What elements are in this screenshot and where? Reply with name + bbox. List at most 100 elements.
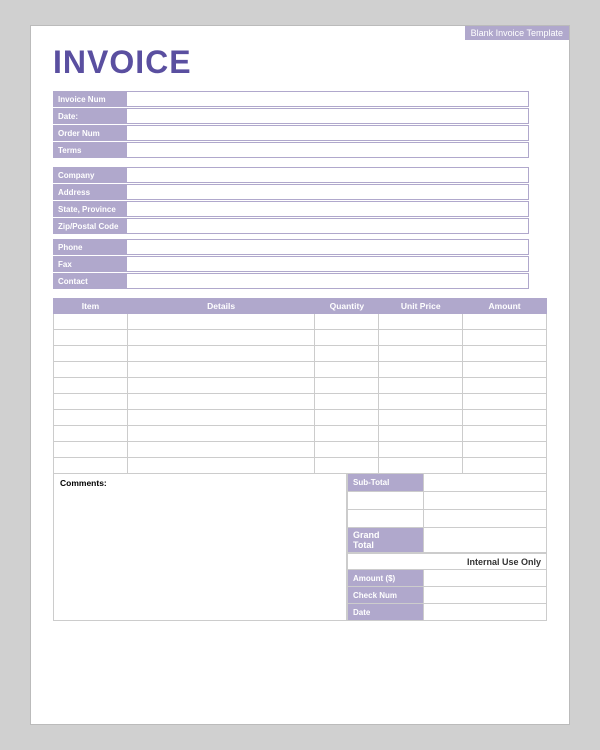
grand-total-value[interactable] — [423, 528, 546, 552]
totals-extra-row-2 — [347, 510, 547, 528]
table-cell-4-4[interactable] — [463, 378, 547, 394]
table-cell-1-2[interactable] — [315, 330, 379, 346]
right-col: Sub-Total Grand Total Internal Use Only — [347, 474, 547, 621]
subtotal-row: Sub-Total — [347, 474, 547, 492]
company-info-columns: Company Address State, Province Zip/Post… — [53, 167, 547, 235]
order-num-row: Order Num — [53, 125, 529, 141]
table-cell-7-0[interactable] — [54, 426, 128, 442]
table-cell-2-4[interactable] — [463, 346, 547, 362]
table-cell-0-3[interactable] — [379, 314, 463, 330]
table-cell-3-0[interactable] — [54, 362, 128, 378]
comments-label: Comments: — [60, 478, 107, 488]
table-cell-4-2[interactable] — [315, 378, 379, 394]
table-cell-2-2[interactable] — [315, 346, 379, 362]
table-cell-7-2[interactable] — [315, 426, 379, 442]
terms-value[interactable] — [126, 143, 528, 157]
terms-row: Terms — [53, 142, 529, 158]
address-value[interactable] — [126, 185, 528, 199]
table-cell-3-3[interactable] — [379, 362, 463, 378]
invoice-num-row: Invoice Num — [53, 91, 529, 107]
table-row — [54, 442, 547, 458]
table-cell-9-1[interactable] — [127, 458, 314, 474]
terms-label: Terms — [54, 143, 126, 157]
table-cell-2-1[interactable] — [127, 346, 314, 362]
table-cell-7-3[interactable] — [379, 426, 463, 442]
table-cell-7-1[interactable] — [127, 426, 314, 442]
payment-date-row: Date — [347, 604, 547, 621]
check-num-row: Check Num — [347, 587, 547, 604]
table-cell-3-2[interactable] — [315, 362, 379, 378]
table-cell-0-1[interactable] — [127, 314, 314, 330]
company-label: Company — [54, 168, 126, 182]
contact-value[interactable] — [126, 274, 528, 288]
totals-extra-label-2 — [348, 510, 423, 527]
invoice-info-col: Invoice Num Date: Order Num Terms — [53, 91, 529, 159]
comments-area[interactable]: Comments: — [53, 474, 347, 621]
table-cell-0-2[interactable] — [315, 314, 379, 330]
table-cell-1-0[interactable] — [54, 330, 128, 346]
fax-value[interactable] — [126, 257, 528, 271]
table-cell-3-1[interactable] — [127, 362, 314, 378]
order-num-label: Order Num — [54, 126, 126, 140]
state-value[interactable] — [126, 202, 528, 216]
table-cell-5-1[interactable] — [127, 394, 314, 410]
table-cell-9-3[interactable] — [379, 458, 463, 474]
check-num-value[interactable] — [423, 587, 546, 603]
amount-value[interactable] — [423, 570, 546, 586]
table-cell-3-4[interactable] — [463, 362, 547, 378]
table-cell-9-0[interactable] — [54, 458, 128, 474]
table-cell-5-2[interactable] — [315, 394, 379, 410]
table-cell-6-2[interactable] — [315, 410, 379, 426]
table-cell-1-3[interactable] — [379, 330, 463, 346]
table-cell-9-4[interactable] — [463, 458, 547, 474]
totals-extra-value-1[interactable] — [423, 492, 546, 509]
table-cell-0-4[interactable] — [463, 314, 547, 330]
table-row — [54, 346, 547, 362]
table-cell-7-4[interactable] — [463, 426, 547, 442]
subtotal-value[interactable] — [423, 474, 546, 491]
payment-date-value[interactable] — [423, 604, 546, 620]
table-cell-6-1[interactable] — [127, 410, 314, 426]
invoice-title: INVOICE — [53, 44, 547, 81]
table-cell-4-1[interactable] — [127, 378, 314, 394]
company-value[interactable] — [126, 168, 528, 182]
fax-label: Fax — [54, 257, 126, 271]
bottom-section: Comments: Sub-Total Grand Total — [53, 474, 547, 621]
totals-extra-row-1 — [347, 492, 547, 510]
zip-value[interactable] — [126, 219, 528, 233]
contact-col: Phone Fax Contact — [53, 239, 529, 290]
table-cell-1-1[interactable] — [127, 330, 314, 346]
table-cell-8-0[interactable] — [54, 442, 128, 458]
table-cell-2-3[interactable] — [379, 346, 463, 362]
table-cell-5-0[interactable] — [54, 394, 128, 410]
template-label: Blank Invoice Template — [465, 26, 569, 40]
table-cell-4-3[interactable] — [379, 378, 463, 394]
totals-extra-value-2[interactable] — [423, 510, 546, 527]
table-cell-4-0[interactable] — [54, 378, 128, 394]
table-cell-6-0[interactable] — [54, 410, 128, 426]
phone-value[interactable] — [126, 240, 528, 254]
table-cell-8-2[interactable] — [315, 442, 379, 458]
order-num-value[interactable] — [126, 126, 528, 140]
internal-use-label: Internal Use Only — [347, 553, 547, 570]
address-label: Address — [54, 185, 126, 199]
date-value[interactable] — [126, 109, 528, 123]
table-cell-5-3[interactable] — [379, 394, 463, 410]
table-cell-8-3[interactable] — [379, 442, 463, 458]
table-row — [54, 378, 547, 394]
contact-label: Contact — [54, 274, 126, 288]
table-cell-8-4[interactable] — [463, 442, 547, 458]
check-num-label: Check Num — [348, 587, 423, 603]
table-cell-0-0[interactable] — [54, 314, 128, 330]
table-row — [54, 314, 547, 330]
table-cell-2-0[interactable] — [54, 346, 128, 362]
amount-label: Amount ($) — [348, 570, 423, 586]
table-cell-8-1[interactable] — [127, 442, 314, 458]
phone-row: Phone — [53, 239, 529, 255]
table-cell-6-3[interactable] — [379, 410, 463, 426]
table-cell-1-4[interactable] — [463, 330, 547, 346]
table-cell-6-4[interactable] — [463, 410, 547, 426]
table-cell-5-4[interactable] — [463, 394, 547, 410]
invoice-num-value[interactable] — [126, 92, 528, 106]
table-cell-9-2[interactable] — [315, 458, 379, 474]
